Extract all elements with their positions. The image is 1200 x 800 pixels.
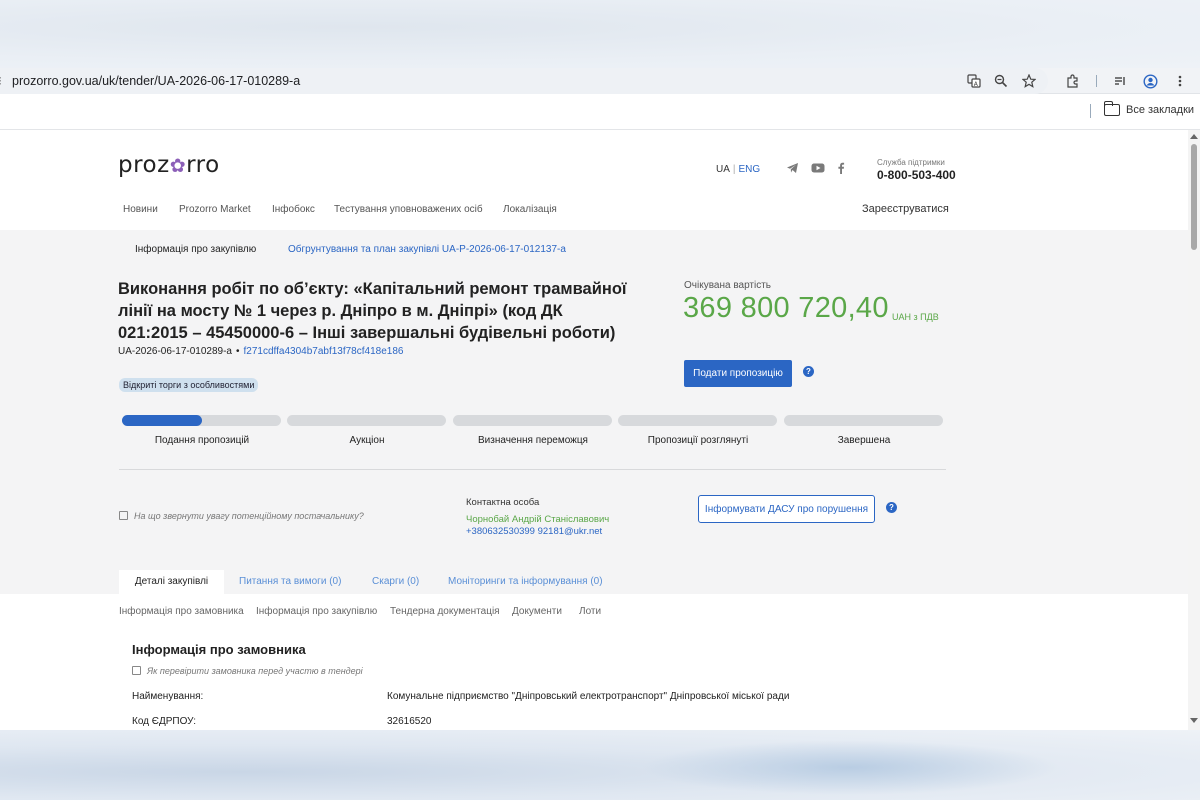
anchor-lots[interactable]: Лоти	[579, 606, 601, 617]
logo-text-right: rro	[186, 152, 220, 178]
field-name-value: Комунальне підприємство "Дніпровський ел…	[387, 691, 790, 702]
step-completed: Завершена	[837, 435, 891, 446]
section-divider	[119, 469, 946, 470]
nav-infobox[interactable]: Інфобокс	[272, 204, 315, 215]
tab-questions[interactable]: Питання та вимоги (0)	[239, 570, 341, 594]
subtab-plan-link[interactable]: Обгрунтування та план закупівлі UA-P-202…	[288, 244, 566, 255]
nav-localization[interactable]: Локалізація	[503, 204, 557, 215]
nav-market[interactable]: Prozorro Market	[179, 204, 251, 215]
translate-icon[interactable]: A	[965, 72, 983, 90]
all-bookmarks-button[interactable]: Все закладки	[1126, 104, 1194, 116]
report-dasu-button[interactable]: Інформувати ДАСУ про порушення	[698, 495, 875, 523]
prozorro-logo[interactable]: proz✿rro	[118, 152, 220, 178]
tender-details: Інформація про замовника Інформація про …	[0, 594, 1188, 730]
step-auction: Аукціон	[349, 435, 385, 446]
scroll-up-arrow[interactable]	[1190, 134, 1198, 139]
progress-segment-1	[122, 415, 281, 426]
scroll-down-arrow[interactable]	[1190, 718, 1198, 723]
lang-ua[interactable]: UA	[716, 164, 730, 175]
contact-label: Контактна особа	[466, 497, 540, 508]
toolbar-separator	[1096, 75, 1097, 87]
amount-unit: UAH з ПДВ	[892, 312, 939, 322]
omnibox[interactable]: ⁝ prozorro.gov.ua/uk/tender/UA-2026-06-1…	[0, 68, 1048, 94]
tab-complaints[interactable]: Скарги (0)	[372, 570, 419, 594]
dasu-help-icon[interactable]: ?	[886, 502, 897, 513]
tender-title: Виконання робіт по об’єкту: «Капітальний…	[118, 280, 627, 342]
progress-fill	[122, 415, 202, 426]
verify-customer-hint[interactable]: Як перевірити замовника перед участю в т…	[132, 666, 363, 676]
menu-icon[interactable]	[1171, 72, 1189, 90]
procedure-badge: Відкриті торги з особливостями	[119, 378, 259, 392]
field-name-label: Найменування:	[132, 691, 204, 702]
nav-news[interactable]: Новини	[123, 204, 158, 215]
anchor-customer-info[interactable]: Інформація про замовника	[119, 606, 244, 617]
tab-monitoring[interactable]: Моніторинги та інформування (0)	[448, 570, 603, 594]
supplier-hint[interactable]: На що звернути увагу потенційному постач…	[119, 511, 364, 521]
facebook-icon[interactable]	[837, 162, 845, 177]
star-icon[interactable]	[1020, 72, 1038, 90]
bookmarks-bar: Все закладки	[0, 94, 1200, 130]
progress-segment-5	[784, 415, 943, 426]
tender-summary: Інформація про закупівлю Обгрунтування т…	[0, 230, 1188, 594]
background-bottom	[0, 730, 1200, 800]
bid-help-icon[interactable]: ?	[803, 366, 814, 377]
register-link[interactable]: Зареєструватися	[862, 203, 949, 215]
expected-amount: 369 800 720,40	[683, 292, 889, 324]
contact-phone-email[interactable]: +380632530399 92181@ukr.net	[466, 526, 602, 537]
address-bar: ⁝ prozorro.gov.ua/uk/tender/UA-2026-06-1…	[0, 68, 1200, 94]
expected-value-label: Очікувана вартість	[684, 280, 772, 291]
scroll-thumb[interactable]	[1191, 144, 1197, 250]
browser-window: ⁝ prozorro.gov.ua/uk/tender/UA-2026-06-1…	[0, 68, 1200, 730]
progress-segment-4	[618, 415, 777, 426]
reading-list-icon[interactable]	[1111, 72, 1129, 90]
tender-hash-link[interactable]: f271cdffa4304b7abf13f78cf418e186	[243, 346, 403, 357]
lang-separator: |	[732, 164, 736, 175]
submit-bid-button[interactable]: Подати пропозицію	[684, 360, 792, 387]
step-winner: Визначення переможця	[478, 435, 588, 446]
tab-details[interactable]: Деталі закупівлі	[119, 570, 224, 594]
logo-text-left: proz	[118, 152, 170, 178]
verify-customer-hint-text: Як перевірити замовника перед участю в т…	[147, 666, 363, 676]
field-edrpou-label: Код ЄДРПОУ:	[132, 716, 197, 727]
anchor-procurement-info[interactable]: Інформація про закупівлю	[256, 606, 377, 617]
url-text[interactable]: prozorro.gov.ua/uk/tender/UA-2026-06-17-…	[12, 74, 300, 88]
step-submission: Подання пропозицій	[154, 435, 250, 446]
page-scrollbar[interactable]	[1188, 130, 1200, 730]
background-top	[0, 0, 1200, 68]
language-switcher: UA | ENG	[716, 164, 760, 175]
logo-flower-icon: ✿	[169, 155, 187, 177]
youtube-icon[interactable]	[811, 162, 825, 177]
bookmarks-separator	[1090, 104, 1091, 118]
web-page: proz✿rro UA | ENG Служба підтримки 0-800-5…	[0, 130, 1188, 730]
telegram-icon[interactable]	[786, 162, 799, 177]
id-separator: •	[235, 346, 240, 357]
tender-id-row: UA-2026-06-17-010289-a • f271cdffa4304b7ab…	[118, 346, 403, 357]
zoom-icon[interactable]	[992, 72, 1010, 90]
field-edrpou-value: 32616520	[387, 716, 432, 727]
subtab-procurement-info[interactable]: Інформація про закупівлю	[122, 238, 270, 266]
progress-segment-2	[287, 415, 446, 426]
step-reviewed: Пропозиції розглянуті	[647, 435, 749, 446]
profile-icon[interactable]	[1141, 72, 1159, 90]
edit-icon	[132, 666, 141, 675]
extensions-icon[interactable]	[1064, 72, 1082, 90]
site-header: proz✿rro UA | ENG Служба підтримки 0-800-5…	[0, 130, 1188, 230]
supplier-hint-text: На що звернути увагу потенційному постач…	[134, 511, 364, 521]
support-label: Служба підтримки	[877, 158, 945, 167]
customer-section-title: Інформація про замовника	[132, 642, 306, 657]
nav-testing[interactable]: Тестування уповноважених осіб	[334, 204, 483, 215]
tender-id: UA-2026-06-17-010289-a	[118, 346, 232, 357]
site-info-icon[interactable]: ⁝	[0, 74, 2, 88]
edit-icon	[119, 511, 128, 520]
contact-name: Чорнобай Андрій Станіславович	[466, 514, 610, 525]
folder-icon[interactable]	[1103, 101, 1120, 116]
anchor-documents[interactable]: Документи	[512, 606, 562, 617]
anchor-tender-docs[interactable]: Тендерна документація	[390, 606, 500, 617]
support-phone[interactable]: 0-800-503-400	[877, 168, 956, 182]
lang-eng[interactable]: ENG	[739, 164, 761, 175]
progress-segment-3	[453, 415, 612, 426]
